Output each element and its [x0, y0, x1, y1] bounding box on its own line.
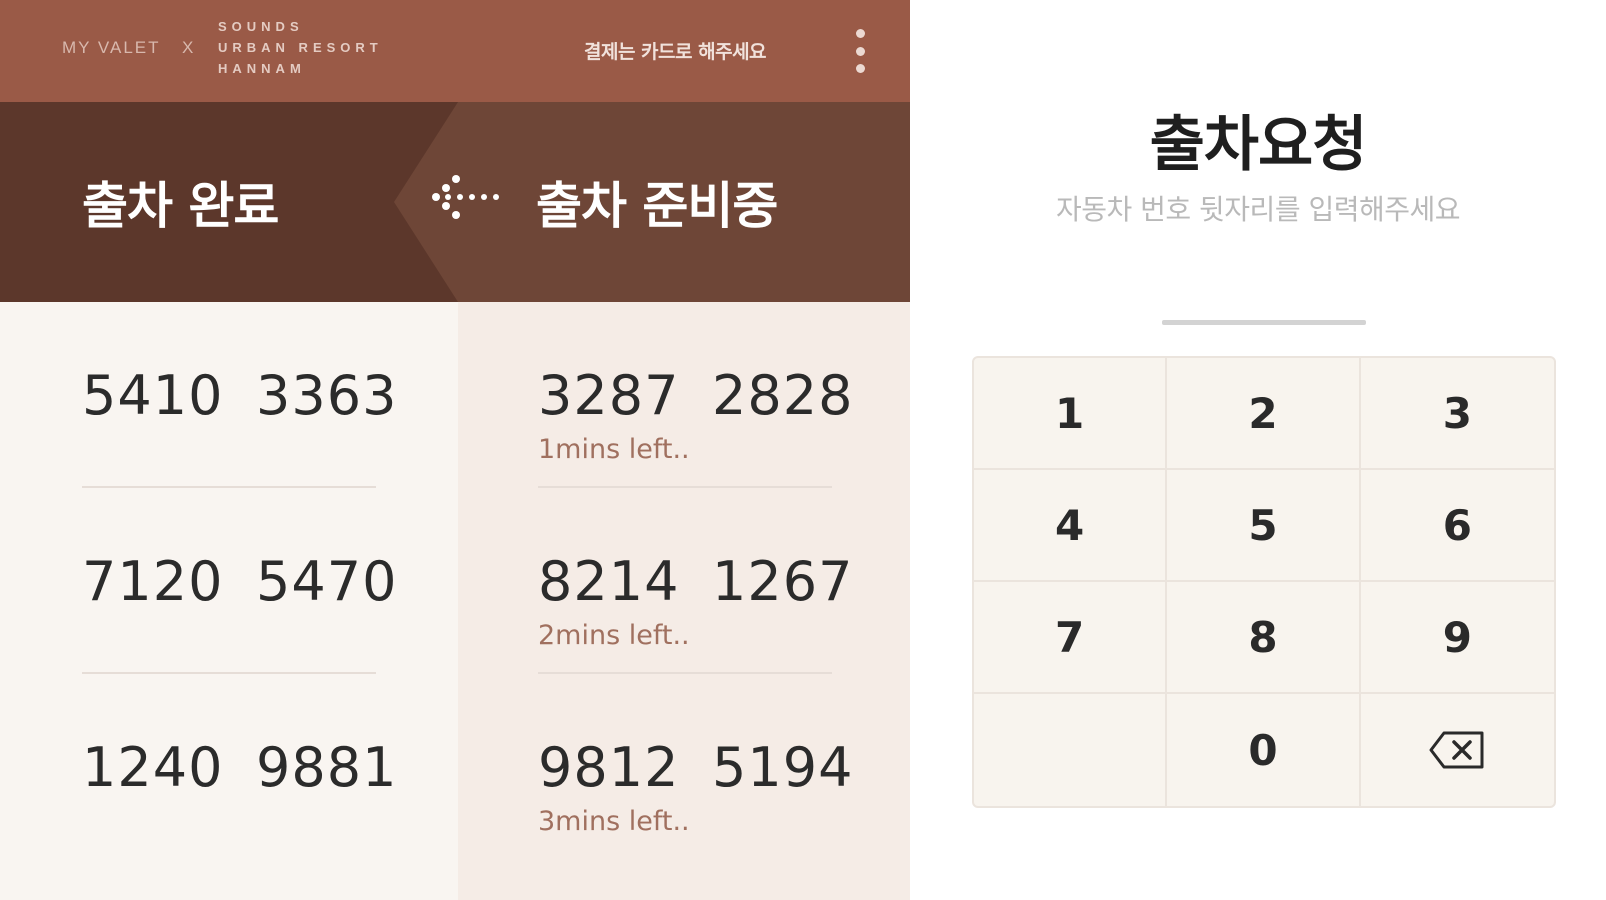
request-title: 출차요청 [1149, 110, 1368, 180]
tab-departure-preparing[interactable]: 출차 준비중 [536, 166, 778, 238]
eta-label: 1mins left.. [538, 434, 690, 465]
car-number-front: 3287 [538, 364, 680, 427]
brand-line-2: URBAN RESORT [218, 40, 383, 55]
key-8[interactable]: 8 [1167, 582, 1361, 694]
top-bar: MY VALET X SOUNDS URBAN RESORT HANNAM 결제… [0, 0, 910, 102]
car-number-back: 3363 [256, 364, 398, 427]
list-item: 3287 2828 1mins left.. [538, 302, 852, 488]
dotted-arrow-left-icon [432, 175, 499, 219]
payment-note: 결제는 카드로 해주세요 [584, 41, 767, 63]
more-vertical-icon[interactable] [850, 26, 870, 76]
number-keypad: 1 2 3 4 5 6 7 8 9 0 [972, 356, 1556, 808]
more-dot [855, 64, 865, 73]
eta-label: 2mins left.. [538, 620, 690, 651]
more-dot [855, 29, 865, 38]
list-item: 8214 1267 2mins left.. [538, 488, 852, 674]
status-tabs-header: 출차 완료 출차 준비중 [0, 102, 910, 302]
key-5[interactable]: 5 [1167, 470, 1361, 582]
key-2[interactable]: 2 [1167, 358, 1361, 470]
request-subtitle: 자동차 번호 뒷자리를 입력해주세요 [1055, 193, 1461, 226]
departure-request-panel: 출차요청 자동차 번호 뒷자리를 입력해주세요 1 2 3 4 5 6 7 8 … [910, 0, 1606, 900]
car-number-back: 2828 [712, 364, 854, 427]
brand-line-1: SOUNDS [218, 19, 304, 34]
brand-sounds-logo: SOUNDS URBAN RESORT HANNAM [218, 16, 383, 79]
done-list: 5410 3363 7120 5470 1240 9881 [0, 302, 458, 900]
key-9[interactable]: 9 [1360, 582, 1554, 694]
key-3[interactable]: 3 [1360, 358, 1554, 470]
car-number-back: 5194 [712, 736, 854, 799]
car-number-back: 1267 [712, 550, 854, 613]
list-item: 7120 5470 [82, 488, 396, 674]
brand-separator: X [182, 38, 194, 57]
valet-status-panel: MY VALET X SOUNDS URBAN RESORT HANNAM 결제… [0, 0, 910, 900]
eta-label: 3mins left.. [538, 806, 690, 837]
key-backspace[interactable] [1361, 694, 1554, 806]
list-item: 1240 9881 [82, 674, 396, 860]
key-6[interactable]: 6 [1360, 470, 1554, 582]
car-number-input[interactable] [1162, 320, 1366, 325]
car-number-front: 7120 [82, 550, 224, 613]
list-item: 9812 5194 3mins left.. [538, 674, 852, 860]
key-4[interactable]: 4 [974, 470, 1168, 582]
brand-line-3: HANNAM [218, 61, 306, 76]
car-number-front: 5410 [82, 364, 224, 427]
list-item: 5410 3363 [82, 302, 396, 488]
brand-my-valet: MY VALET [62, 38, 161, 57]
more-dot [855, 46, 865, 56]
key-empty [974, 694, 1168, 806]
key-0[interactable]: 0 [1167, 694, 1361, 806]
car-number-back: 5470 [256, 550, 398, 613]
car-number-front: 1240 [82, 736, 224, 799]
car-number-front: 9812 [538, 736, 680, 799]
tab-departure-done[interactable]: 출차 완료 [82, 166, 279, 238]
preparing-list: 3287 2828 1mins left.. 8214 1267 2mins l… [458, 302, 910, 900]
backspace-icon [1429, 731, 1484, 769]
car-number-front: 8214 [538, 550, 680, 613]
key-7[interactable]: 7 [974, 582, 1168, 694]
key-1[interactable]: 1 [974, 358, 1168, 470]
car-number-back: 9881 [256, 736, 398, 799]
